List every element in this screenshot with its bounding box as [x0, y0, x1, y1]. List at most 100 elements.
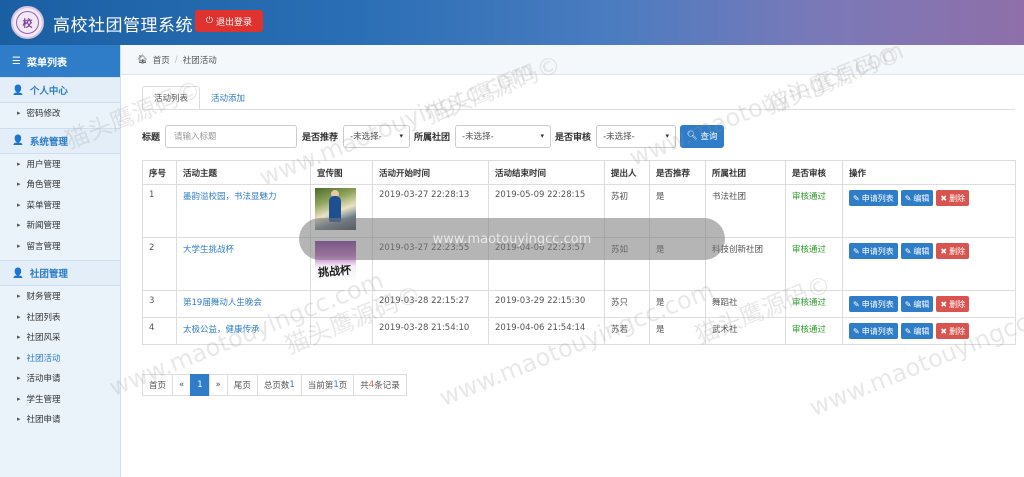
sidebar-item-label: 菜单管理 — [26, 200, 61, 211]
label: 共 — [360, 381, 369, 391]
search-label: 查询 — [700, 132, 718, 142]
group-title: 个人中心 — [29, 86, 68, 97]
delete-button[interactable]: ✖ 删除 — [936, 323, 970, 339]
edit-button[interactable]: ✎ 编辑 — [900, 323, 934, 339]
cell-ops: ✎ 申请列表 ✎ 编辑 ✖ 删除 — [842, 290, 1016, 318]
apply-list-button[interactable]: ✎ 申请列表 — [849, 190, 898, 206]
sidebar-item-club-apply[interactable]: ▸ 社团申请 — [0, 409, 120, 430]
cell-club: 武术社 — [705, 317, 786, 345]
list-icon: ☰ — [12, 55, 21, 67]
group-personal-center[interactable]: 👤 个人中心 — [0, 77, 120, 103]
poster-text: 挑战杯 — [317, 263, 352, 280]
top-header: 校 高校社团管理系统 ⏻ 退出登录 — [0, 0, 1024, 45]
delete-button[interactable]: ✖ 删除 — [936, 296, 970, 312]
page-next[interactable]: » — [208, 374, 228, 396]
pagination: 首页 « 1 » 尾页 总页数 1 当前第 1 页 共 4 条记录 — [142, 374, 407, 396]
sidebar-item-label: 新闻管理 — [26, 221, 61, 232]
pencil-icon: ✎ — [904, 299, 912, 309]
page-last[interactable]: 尾页 — [226, 374, 258, 396]
activity-title-link[interactable]: 墨韵溢校园，书法显魅力 — [176, 184, 311, 238]
sidebar-item-roles[interactable]: ▸ 角色管理 — [0, 174, 120, 195]
sidebar-item-label: 活动申请 — [26, 374, 61, 385]
edit-button[interactable]: ✎ 编辑 — [900, 190, 934, 206]
button-label: 删除 — [949, 246, 966, 256]
audit-select[interactable]: -未选择- ▾ — [596, 124, 677, 148]
cell-no: 4 — [142, 317, 177, 345]
cell-status: 审核通过 — [785, 290, 843, 318]
tab-activity-list[interactable]: 活动列表 — [142, 86, 201, 110]
activity-title-link[interactable]: 大学生挑战杯 — [176, 237, 311, 291]
delete-button[interactable]: ✖ 删除 — [936, 190, 970, 206]
sidebar-item-finance[interactable]: ▸ 财务管理 — [0, 286, 120, 307]
sidebar-item-club-activities[interactable]: ▸ 社团活动 — [0, 348, 120, 369]
page-current[interactable]: 1 — [190, 374, 210, 396]
button-label: 删除 — [949, 193, 966, 203]
audit-filter-label: 是否审核 — [555, 132, 592, 143]
cell-ops: ✎ 申请列表 ✎ 编辑 ✖ 删除 — [842, 184, 1016, 238]
sidebar-item-club-style[interactable]: ▸ 社团风采 — [0, 327, 120, 348]
group-club-management[interactable]: 👤 社团管理 — [0, 260, 120, 286]
sidebar-item-messages[interactable]: ▸ 留言管理 — [0, 236, 120, 257]
caret-right-icon: ▸ — [17, 394, 21, 403]
pencil-icon: ✎ — [904, 193, 912, 203]
button-label: 删除 — [949, 326, 966, 336]
sidebar-item-activity-apply[interactable]: ▸ 活动申请 — [0, 368, 120, 389]
menu-title: 菜单列表 — [26, 57, 67, 69]
cell-start: 2019-03-28 22:15:27 — [372, 290, 489, 318]
chevron-down-icon: ▾ — [665, 132, 670, 140]
select-value: -未选择- — [462, 132, 494, 142]
search-button[interactable]: 🔍︎ 查询 — [680, 124, 725, 148]
sidebar-item-club-list[interactable]: ▸ 社团列表 — [0, 307, 120, 328]
edit-button[interactable]: ✎ 编辑 — [900, 243, 934, 259]
table-header-row: 序号 活动主题 宣传图 活动开始时间 活动结束时间 提出人 是否推荐 所属社团 … — [142, 160, 1016, 185]
caret-right-icon: ▸ — [17, 374, 21, 383]
apply-list-button[interactable]: ✎ 申请列表 — [849, 243, 898, 259]
col-header: 活动主题 — [176, 160, 311, 185]
apply-list-button[interactable]: ✎ 申请列表 — [849, 296, 898, 312]
sidebar-item-label: 角色管理 — [26, 180, 61, 191]
col-header: 是否审核 — [785, 160, 843, 185]
delete-button[interactable]: ✖ 删除 — [936, 243, 970, 259]
label: 总页数 — [263, 381, 290, 391]
title-search-input[interactable]: 请输入标题 — [165, 124, 298, 148]
edit-button[interactable]: ✎ 编辑 — [900, 296, 934, 312]
logout-button[interactable]: ⏻ 退出登录 — [195, 10, 263, 32]
sidebar-item-students[interactable]: ▸ 学生管理 — [0, 389, 120, 410]
group-system-management[interactable]: 👤 系统管理 — [0, 127, 120, 154]
club-select[interactable]: -未选择- ▾ — [455, 124, 552, 148]
pencil-icon: ✎ — [853, 246, 860, 256]
sidebar-item-label: 社团风采 — [26, 333, 61, 344]
col-header: 提出人 — [604, 160, 650, 185]
sidebar-item-password[interactable]: ▸ 密码修改 — [0, 103, 120, 124]
cell-recommend: 是 — [649, 290, 706, 318]
activity-title-link[interactable]: 第19届舞动人生晚会 — [176, 290, 311, 318]
tab-activity-add[interactable]: 活动添加 — [200, 86, 256, 110]
close-icon: ✖ — [940, 326, 948, 336]
sidebar-item-users[interactable]: ▸ 用户管理 — [0, 154, 120, 175]
sidebar-item-news[interactable]: ▸ 新闻管理 — [0, 215, 120, 236]
activity-title-link[interactable]: 太极公益，健康传承 — [176, 317, 311, 345]
power-icon: ⏻ — [205, 16, 214, 26]
breadcrumb-current: 社团活动 — [182, 55, 217, 66]
home-icon: 🏠︎ — [137, 54, 148, 65]
recommend-select[interactable]: -未选择- ▾ — [343, 124, 411, 148]
tab-bar: 活动列表 活动添加 — [142, 86, 256, 110]
sidebar-item-label: 密码修改 — [26, 109, 61, 120]
cell-end: 2019-03-29 22:15:30 — [488, 290, 605, 318]
page-prev[interactable]: « — [172, 374, 192, 396]
close-icon: ✖ — [940, 299, 948, 309]
table-row: 4 太极公益，健康传承 2019-03-28 21:54:10 2019-04-… — [142, 317, 1016, 345]
breadcrumb-home[interactable]: 首页 — [153, 54, 170, 66]
watermark-banner: www.maotouyingcc.com — [299, 218, 725, 260]
sidebar-item-label: 留言管理 — [26, 241, 61, 252]
sidebar-item-menus[interactable]: ▸ 菜单管理 — [0, 195, 120, 216]
club-filter-label: 所属社团 — [414, 132, 451, 143]
sidebar-item-label: 用户管理 — [26, 159, 61, 170]
button-label: 申请列表 — [861, 246, 894, 256]
tab-divider — [142, 109, 1015, 110]
menu-header: ☰ 菜单列表 — [0, 45, 120, 77]
page-first[interactable]: 首页 — [142, 374, 174, 396]
apply-list-button[interactable]: ✎ 申请列表 — [849, 323, 898, 339]
pencil-icon: ✎ — [904, 326, 912, 336]
cell-status: 审核通过 — [785, 184, 843, 238]
